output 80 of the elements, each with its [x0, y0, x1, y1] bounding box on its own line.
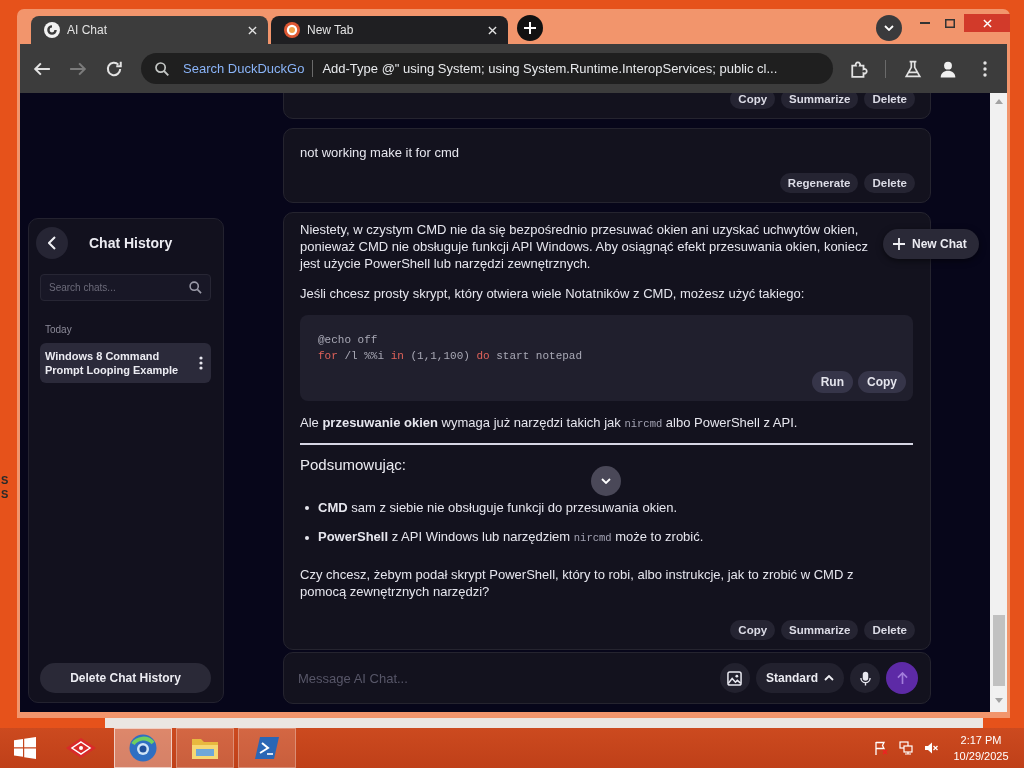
plus-icon [893, 238, 905, 250]
send-button[interactable] [886, 662, 918, 694]
flag-icon[interactable] [874, 741, 888, 755]
action-button[interactable]: Copy [730, 93, 776, 109]
maximize-icon[interactable] [945, 18, 955, 28]
delete-history-button[interactable]: Delete Chat History [40, 663, 211, 693]
chevron-left-icon [48, 236, 56, 250]
scrollbar-thumb[interactable] [992, 615, 1005, 686]
new-tab-button[interactable] [517, 15, 543, 41]
message-text: Ale przesuwanie okien wymaga już narzędzi takich jak nircmd albo PowerShell z API. [300, 414, 798, 432]
code-action-button[interactable]: Copy [858, 371, 906, 393]
close-icon[interactable] [248, 25, 257, 35]
browser-tab[interactable]: AI Chat [31, 16, 268, 44]
message-input[interactable]: Message AI Chat... [298, 670, 714, 686]
tab-search-button[interactable] [876, 15, 902, 41]
desktop-icon-label: S [1, 474, 9, 487]
search-icon [189, 281, 202, 294]
reload-icon[interactable] [105, 59, 123, 78]
close-icon[interactable] [488, 25, 497, 35]
up-arrow-icon [896, 671, 908, 685]
clock-time: 2:17 PM [960, 733, 1002, 748]
message-text: Niestety, w czystym CMD nie da się bezpośrednio przesuwać okien ani uzyskać uchwytów okien, ponieważ CMD nie obsługuje funkcji API Windows. Aby osiągnąć efekt przesuwania okien, koniecz jest użycie PowerShell lub narzędzi zewnętrznych. [300, 221, 868, 272]
search-field[interactable]: Search chats... [40, 274, 211, 301]
kebab-icon[interactable] [199, 356, 203, 370]
list-item-text: PowerShell z API Windows lub narzędziem nircmd może to zrobić. [318, 528, 704, 546]
person-icon[interactable] [939, 59, 957, 78]
browser-tab[interactable]: New Tab [271, 16, 508, 44]
chevron-down-icon [884, 25, 894, 31]
new-chat-button[interactable]: New Chat [883, 229, 979, 259]
back-button[interactable] [36, 227, 68, 259]
action-button[interactable]: Summarize [781, 93, 859, 109]
menu-icon[interactable] [983, 59, 987, 78]
action-button[interactable]: Copy [730, 620, 776, 640]
mode-dropdown[interactable]: Standard [756, 663, 844, 693]
bullet-icon [305, 505, 309, 510]
message-text: not working make it for cmd [300, 144, 459, 161]
search-icon [155, 61, 169, 76]
chevron-down-icon [601, 478, 611, 484]
close-icon [982, 18, 992, 28]
chat-history-item[interactable]: Windows 8 Command Prompt Looping Example [40, 343, 211, 383]
action-button[interactable]: Delete [864, 93, 915, 109]
attach-image-button[interactable] [720, 663, 750, 693]
network-icon[interactable] [899, 741, 913, 755]
list-item-text: CMD sam z siebie nie obsługuje funkcji do przesuwania okien. [318, 499, 678, 516]
close-button[interactable] [964, 14, 1010, 32]
scrollbar[interactable] [990, 93, 1007, 712]
chevron-up-icon [824, 675, 834, 681]
code-line: @echo off [318, 333, 378, 348]
desktop-icon-label: S [1, 488, 9, 501]
search-engine-label: Search DuckDuckGo [183, 61, 305, 76]
taskbar-button[interactable] [114, 728, 172, 768]
address-bar[interactable]: Search DuckDuckGo Add-Type @" using System; using System.Runtime.InteropServices; public cl... [141, 53, 833, 84]
plus-icon [524, 22, 536, 34]
start-icon[interactable] [14, 737, 36, 759]
sidebar-title: Chat History [89, 235, 173, 251]
message-text: Jeśli chcesz prosty skrypt, który otwiera wiele Notatników z CMD, możesz użyć takiego: [300, 285, 805, 302]
group-label: Today [44, 324, 73, 336]
clock-date: 10/29/2025 [953, 749, 1009, 764]
swirl-icon [44, 22, 60, 38]
bullet-icon [305, 535, 309, 540]
microphone-icon [859, 670, 871, 686]
taskbar-button[interactable] [176, 728, 234, 768]
image-icon [727, 670, 743, 686]
flask-icon[interactable] [904, 59, 922, 78]
action-button[interactable]: Delete [864, 173, 915, 193]
circle-logo-icon [284, 22, 300, 38]
code-line: for /l %%i in (1,1,100) do start notepad [318, 349, 583, 364]
code-action-button[interactable]: Run [811, 371, 853, 393]
puzzle-icon[interactable] [850, 59, 868, 78]
terminal-icon [255, 737, 279, 759]
diamond-logo-icon [66, 738, 96, 758]
action-button[interactable]: Delete [864, 620, 915, 640]
globe-icon [129, 734, 157, 762]
muted-speaker-icon[interactable] [924, 741, 938, 755]
action-button[interactable]: Regenerate [779, 173, 859, 193]
address-text: Add-Type @" using System; using System.Runtime.InteropServices; public cl... [322, 61, 778, 76]
microphone-button[interactable] [850, 663, 880, 693]
message-text: Czy chcesz, żebym podał skrypt PowerShell, który to robi, albo instrukcje, jak to zrobić w CMD z pomocą zewnętrznych narzędzi? [300, 566, 854, 600]
action-button[interactable]: Summarize [781, 620, 859, 640]
message-heading: Podsumowując: [300, 455, 406, 475]
